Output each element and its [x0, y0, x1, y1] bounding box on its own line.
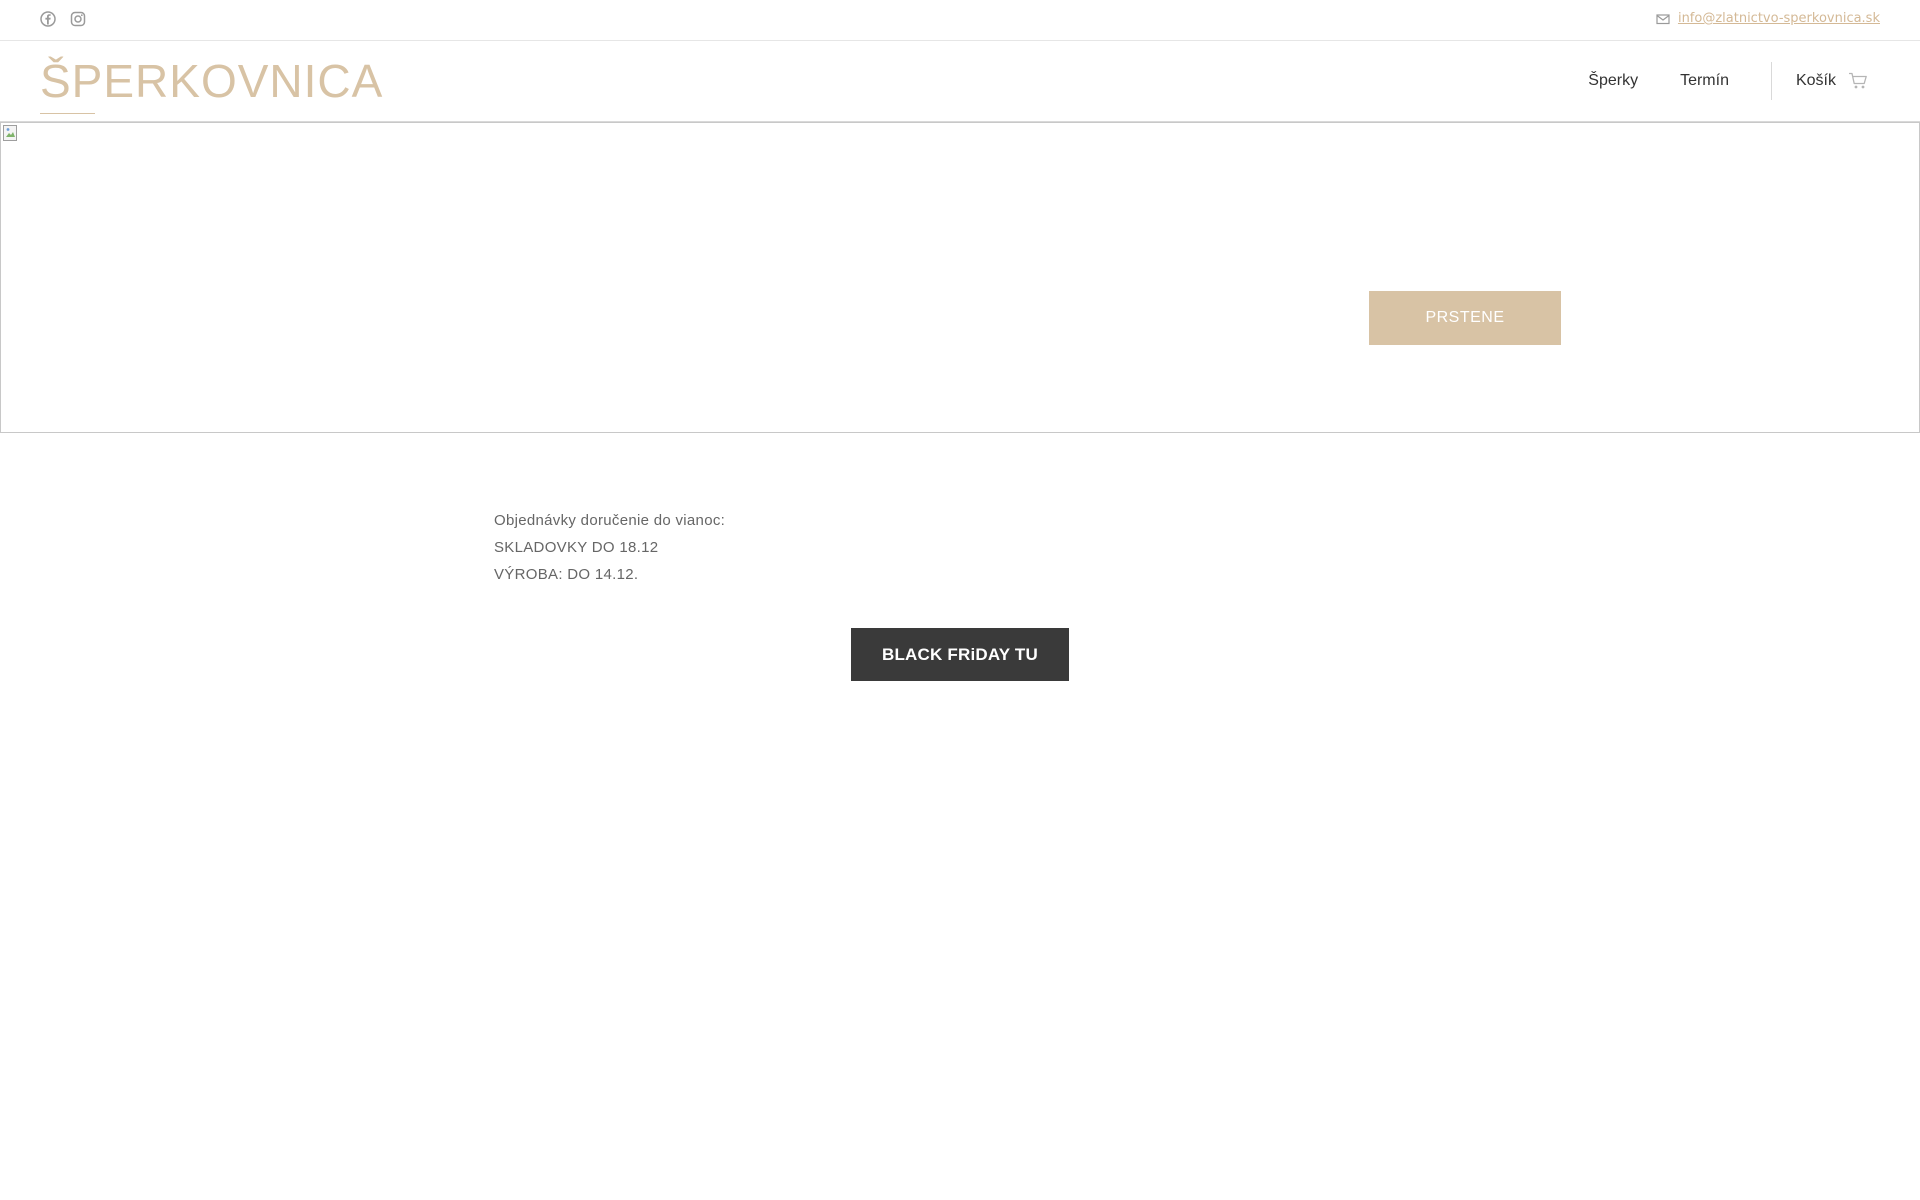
- facebook-icon[interactable]: [40, 11, 56, 27]
- site-logo[interactable]: ŠPERKOVNICA: [40, 56, 383, 106]
- cart-label: Košík: [1795, 72, 1836, 89]
- nav-divider: [1770, 62, 1772, 100]
- nav-item-termin[interactable]: Termín: [1680, 72, 1729, 90]
- main-nav: Šperky Termín Košík: [1588, 41, 1920, 121]
- email-link[interactable]: info@zlatnictvo-sperkovnica.sk: [1678, 11, 1880, 26]
- social-links: [40, 11, 86, 27]
- contact-email: info@zlatnictvo-sperkovnica.sk: [1656, 11, 1880, 26]
- logo-underline: [40, 113, 95, 114]
- notice-line: Objednávky doručenie do vianoc:: [494, 512, 726, 529]
- cart-link[interactable]: Košík: [1796, 72, 1868, 90]
- cart-icon: [1849, 72, 1867, 89]
- top-bar: info@zlatnictvo-sperkovnica.sk: [0, 0, 1920, 41]
- mail-icon: [1656, 13, 1670, 24]
- notice-line: SKLADOVKY DO 18.12: [494, 539, 659, 556]
- instagram-icon[interactable]: [70, 11, 86, 27]
- delivery-notice: Objednávky doručenie do vianoc: SKLADOVK…: [494, 507, 725, 588]
- black-friday-button[interactable]: BLACK FRiDAY TU: [851, 628, 1069, 681]
- broken-image-icon: [3, 125, 17, 141]
- site-header: ŠPERKOVNICA Šperky Termín Košík: [0, 41, 1920, 122]
- prstene-button[interactable]: PRSTENE: [1369, 291, 1561, 345]
- nav-item-sperky[interactable]: Šperky: [1588, 72, 1638, 90]
- notice-line: VÝROBA: DO 14.12.: [494, 566, 639, 583]
- hero-banner: PRSTENE: [0, 122, 1920, 433]
